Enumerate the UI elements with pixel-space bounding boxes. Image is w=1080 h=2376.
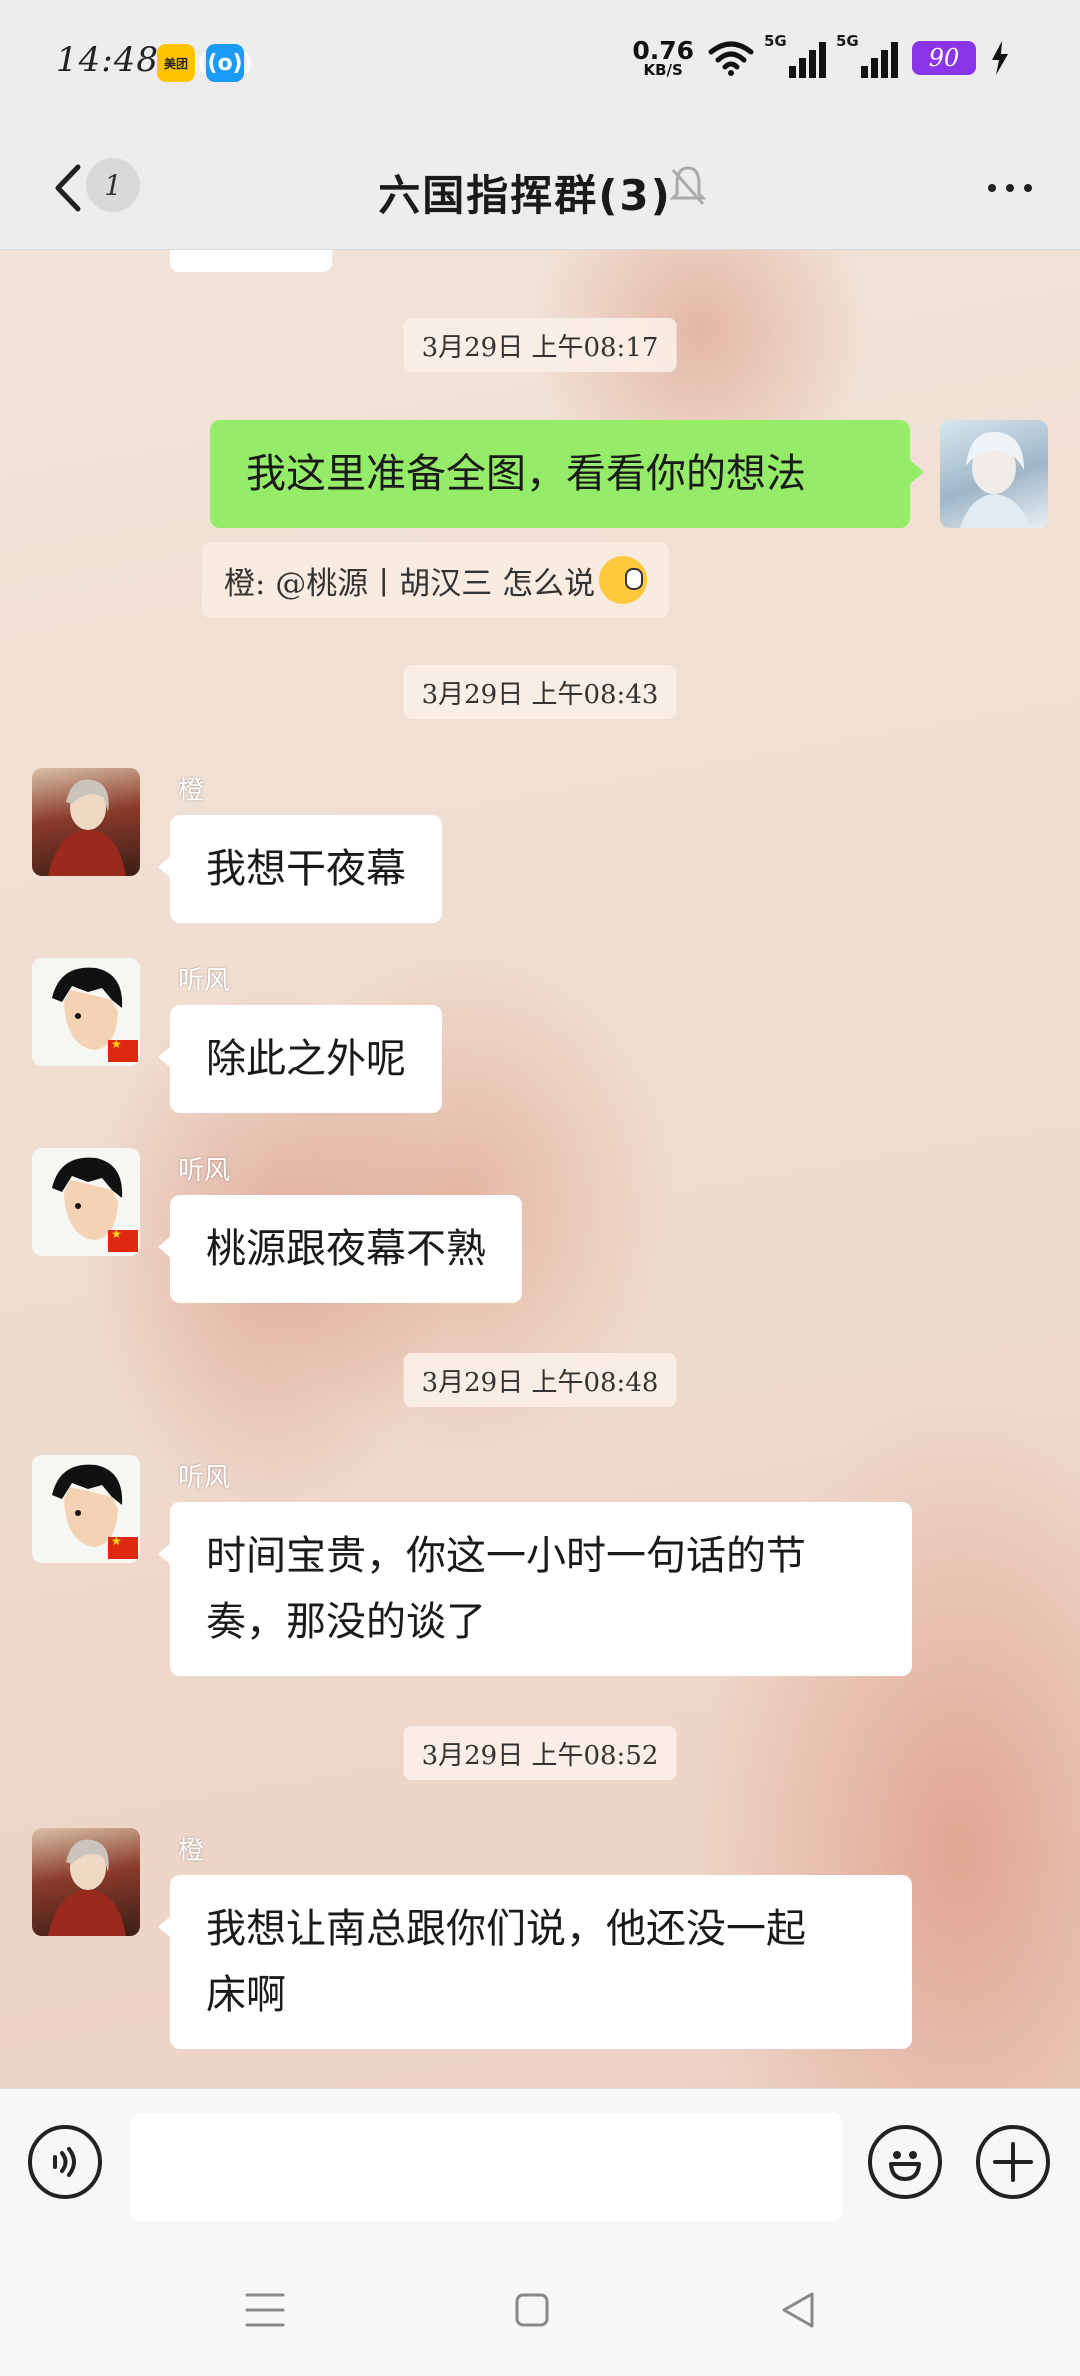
- chat-header: 1 六国指挥群(3): [0, 126, 1080, 250]
- sender-avatar-tingfeng[interactable]: [32, 958, 140, 1066]
- incoming-message-bubble[interactable]: 我想干夜幕: [158, 815, 442, 923]
- smiley-icon: [889, 2151, 921, 2181]
- timestamp: 3月29日 上午08:52: [403, 1726, 677, 1780]
- china-flag-icon: [108, 1534, 138, 1559]
- china-flag-icon: [108, 1037, 138, 1062]
- incoming-message-bubble[interactable]: 时间宝贵，你这一小时一句话的节 奏，那没的谈了: [158, 1502, 912, 1676]
- signal-2-label: 5G: [836, 32, 859, 50]
- network-speed-unit: KB/S: [643, 61, 683, 79]
- wifi-icon: [708, 41, 754, 76]
- sender-avatar-tingfeng[interactable]: [32, 1148, 140, 1256]
- timestamp: 3月29日 上午08:48: [403, 1353, 677, 1407]
- back-triangle-icon: [782, 2292, 814, 2328]
- sender-name: 听风: [178, 1156, 231, 1186]
- nav-menu-button[interactable]: [225, 2280, 305, 2340]
- message-line: 床啊: [206, 1972, 286, 2018]
- network-speed-value: 0.76: [632, 36, 694, 65]
- sender-avatar-cheng[interactable]: [32, 1828, 140, 1936]
- nav-back-button[interactable]: [758, 2280, 838, 2340]
- cellular-signal-1-icon: 5G: [764, 32, 826, 78]
- previous-message-bubble[interactable]: [170, 250, 332, 272]
- chat-message-list[interactable]: 3月29日 上午08:17 我这里准备全图，看看你的想法 橙: @桃源丨胡汉三 …: [0, 250, 1080, 2088]
- voice-icon: [53, 2147, 76, 2177]
- timestamp: 3月29日 上午08:43: [403, 665, 677, 719]
- message-line: 我想让南总跟你们说，他还没一起: [206, 1906, 806, 1952]
- sender-name: 橙: [178, 776, 205, 806]
- signal-1-label: 5G: [764, 32, 787, 50]
- china-flag-icon: [108, 1227, 138, 1252]
- meituan-app-icon: 美团: [157, 44, 195, 82]
- incoming-message-bubble[interactable]: 我想让南总跟你们说，他还没一起 床啊: [158, 1875, 912, 2049]
- status-indicators: 0.76 KB/S 5G 5G 90: [632, 32, 1010, 78]
- more-options-button[interactable]: [970, 156, 1050, 220]
- chat-title: 六国指挥群(3): [378, 171, 672, 220]
- voice-input-button[interactable]: [28, 2125, 102, 2199]
- outgoing-message-bubble[interactable]: 我这里准备全图，看看你的想法: [210, 420, 924, 528]
- message-text-input[interactable]: [130, 2113, 842, 2221]
- mute-bell-icon: [670, 166, 706, 205]
- network-speed: 0.76 KB/S: [632, 38, 694, 78]
- message-input-bar: [0, 2088, 1080, 2240]
- message-line: 奏，那没的谈了: [206, 1599, 486, 1645]
- cellular-signal-2-icon: 5G: [836, 32, 898, 78]
- my-avatar[interactable]: [940, 420, 1048, 528]
- nav-home-button[interactable]: [492, 2280, 572, 2340]
- timestamp: 3月29日 上午08:17: [403, 318, 677, 372]
- status-time: 14:48: [56, 40, 159, 80]
- add-attachment-button[interactable]: [976, 2125, 1050, 2199]
- network-app-icon: ((o)): [197, 44, 253, 82]
- wink-emoji-icon: [599, 556, 648, 604]
- battery-level: 90: [912, 41, 976, 75]
- message-line: 时间宝贵，你这一小时一句话的节: [206, 1533, 806, 1579]
- charging-bolt-icon: [992, 41, 1008, 75]
- menu-icon: [245, 2293, 285, 2327]
- plus-icon: [993, 2142, 1033, 2182]
- quoted-message[interactable]: 橙: @桃源丨胡汉三 怎么说: [202, 542, 670, 618]
- emoji-button[interactable]: [868, 2125, 942, 2199]
- sender-avatar-tingfeng[interactable]: [32, 1455, 140, 1563]
- system-navigation-bar: [0, 2240, 1080, 2376]
- status-bar: 14:48 美团 ((o)) 0.76 KB/S 5G 5G 90: [0, 0, 1080, 126]
- quoted-message-text: 橙: @桃源丨胡汉三 怎么说: [224, 565, 596, 602]
- sender-name: 听风: [178, 966, 231, 996]
- sender-name: 听风: [178, 1463, 231, 1493]
- incoming-message-bubble[interactable]: 除此之外呢: [158, 1005, 442, 1113]
- home-square-icon: [515, 2293, 549, 2327]
- incoming-message-bubble[interactable]: 桃源跟夜幕不熟: [158, 1195, 522, 1303]
- sender-name: 橙: [178, 1836, 205, 1866]
- sender-avatar-cheng[interactable]: [32, 768, 140, 876]
